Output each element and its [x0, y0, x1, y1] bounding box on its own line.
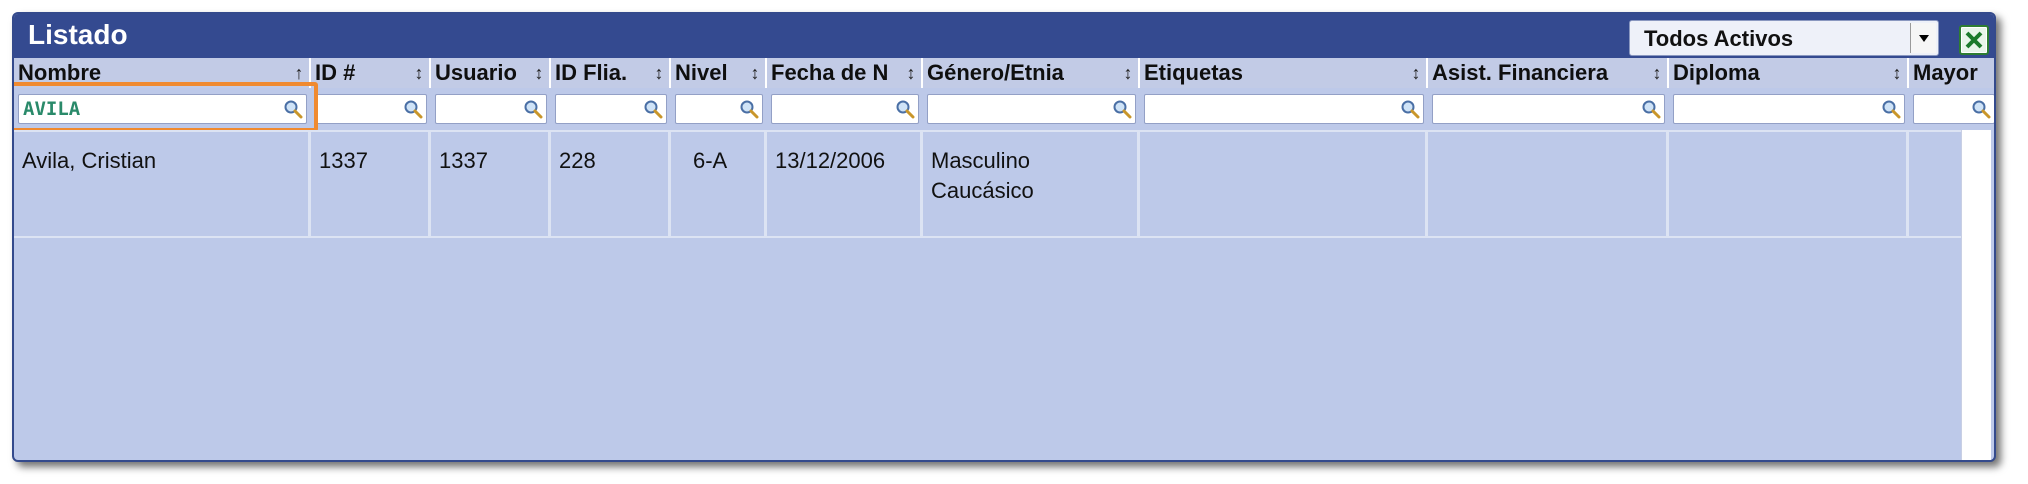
sort-arrow-icon[interactable]: ↕ — [533, 58, 545, 88]
cell-asist-financiera — [1428, 132, 1669, 236]
cell-id: 1337 — [311, 132, 431, 236]
search-icon[interactable] — [1641, 99, 1661, 119]
column-header-id[interactable]: ID # ↕ — [311, 58, 431, 88]
column-header-mayor[interactable]: Mayor — [1909, 58, 1994, 88]
column-header-label: Nivel — [675, 60, 728, 85]
sort-arrow-icon[interactable]: ↕ — [749, 58, 761, 88]
sort-arrow-icon[interactable]: ↕ — [1410, 58, 1422, 88]
search-icon[interactable] — [1971, 99, 1991, 119]
filter-row: AVILA — [14, 88, 1994, 128]
search-icon[interactable] — [1881, 99, 1901, 119]
column-header-label: Usuario — [435, 60, 517, 85]
filter-input-asist-financiera[interactable] — [1432, 94, 1665, 124]
column-header-genero-etnia[interactable]: Género/Etnia ↕ — [923, 58, 1140, 88]
search-icon[interactable] — [1112, 99, 1132, 119]
cell-genero-etnia: Masculino Caucásico — [923, 132, 1140, 236]
search-icon[interactable] — [643, 99, 663, 119]
column-header-label: ID # — [315, 60, 356, 85]
cell-diploma — [1669, 132, 1909, 236]
filter-input-usuario[interactable] — [435, 94, 547, 124]
column-header-row: Nombre ↑ ID # ↕ Usuario ↕ ID Flia. ↕ Nivel ↕ Fecha… — [14, 58, 1994, 88]
sort-arrow-icon[interactable]: ↕ — [413, 58, 425, 88]
cell-etiquetas — [1140, 132, 1428, 236]
cell-nivel: 6-A — [671, 132, 767, 236]
cell-value-id: 1337 — [319, 148, 368, 173]
vertical-scrollbar[interactable] — [1961, 130, 1991, 460]
status-filter-select[interactable]: Todos Activos — [1629, 20, 1939, 56]
column-header-label: Mayor — [1913, 60, 1978, 85]
column-header-label: Etiquetas — [1144, 60, 1244, 85]
column-header-id-flia[interactable]: ID Flia. ↕ — [551, 58, 671, 88]
search-icon[interactable] — [895, 99, 915, 119]
column-header-label: ID Flia. — [555, 60, 628, 85]
chevron-down-icon[interactable] — [1910, 23, 1936, 53]
filter-input-nombre[interactable]: AVILA — [18, 94, 307, 124]
table-row[interactable]: Avila, Cristian 1337 1337 228 6-A 13/12/2006 M… — [14, 130, 1974, 238]
cell-value-id-flia: 228 — [559, 148, 596, 173]
sort-arrow-icon[interactable]: ↑ — [293, 58, 305, 88]
filter-input-genero-etnia[interactable] — [927, 94, 1136, 124]
search-icon[interactable] — [523, 99, 543, 119]
panel-title: Listado — [28, 19, 128, 50]
column-header-label: Género/Etnia — [927, 60, 1064, 85]
column-header-diploma[interactable]: Diploma ↕ — [1669, 58, 1909, 88]
column-header-label: Nombre — [18, 60, 102, 85]
column-header-label: Fecha de N — [771, 60, 889, 85]
cell-id-flia: 228 — [551, 132, 671, 236]
cell-value-etnia: Caucásico — [931, 178, 1034, 203]
column-header-label: Asist. Financiera — [1432, 60, 1609, 85]
cell-value-fecha: 13/12/2006 — [775, 148, 886, 173]
cell-value-nombre: Avila, Cristian — [22, 148, 157, 173]
filter-input-fecha[interactable] — [771, 94, 919, 124]
filter-input-nivel[interactable] — [675, 94, 763, 124]
column-header-asist-financiera[interactable]: Asist. Financiera ↕ — [1428, 58, 1669, 88]
search-icon[interactable] — [403, 99, 423, 119]
filter-input-id[interactable] — [315, 94, 427, 124]
search-icon[interactable] — [283, 99, 303, 119]
filter-input-etiquetas[interactable] — [1144, 94, 1424, 124]
column-header-etiquetas[interactable]: Etiquetas ↕ — [1140, 58, 1428, 88]
column-header-label: Diploma — [1673, 60, 1760, 85]
excel-export-icon[interactable] — [1959, 25, 1989, 55]
cell-value-genero-etnia: Masculino — [931, 148, 1031, 173]
title-bar: Listado Todos Activos — [14, 14, 1994, 58]
sort-arrow-icon[interactable]: ↕ — [1651, 58, 1663, 88]
column-header-usuario[interactable]: Usuario ↕ — [431, 58, 551, 88]
cell-value-usuario: 1337 — [439, 148, 488, 173]
column-header-nivel[interactable]: Nivel ↕ — [671, 58, 767, 88]
status-filter-value: Todos Activos — [1644, 26, 1794, 51]
cell-fecha: 13/12/2006 — [767, 132, 923, 236]
filter-input-mayor[interactable] — [1913, 94, 1994, 124]
cell-nombre: Avila, Cristian — [14, 132, 311, 236]
filter-input-id-flia[interactable] — [555, 94, 667, 124]
listado-panel: Listado Todos Activos Nombre ↑ ID # ↕ Usuari… — [12, 12, 1996, 462]
cell-value-nivel: 6-A — [693, 148, 728, 173]
sort-arrow-icon[interactable]: ↕ — [1891, 58, 1903, 88]
search-icon[interactable] — [1400, 99, 1420, 119]
column-header-fecha[interactable]: Fecha de N ↕ — [767, 58, 923, 88]
column-header-nombre[interactable]: Nombre ↑ — [14, 58, 311, 88]
cell-usuario: 1337 — [431, 132, 551, 236]
filter-input-diploma[interactable] — [1673, 94, 1905, 124]
filter-input-value[interactable]: AVILA — [23, 95, 80, 123]
sort-arrow-icon[interactable]: ↕ — [1122, 58, 1134, 88]
search-icon[interactable] — [739, 99, 759, 119]
sort-arrow-icon[interactable]: ↕ — [905, 58, 917, 88]
sort-arrow-icon[interactable]: ↕ — [653, 58, 665, 88]
